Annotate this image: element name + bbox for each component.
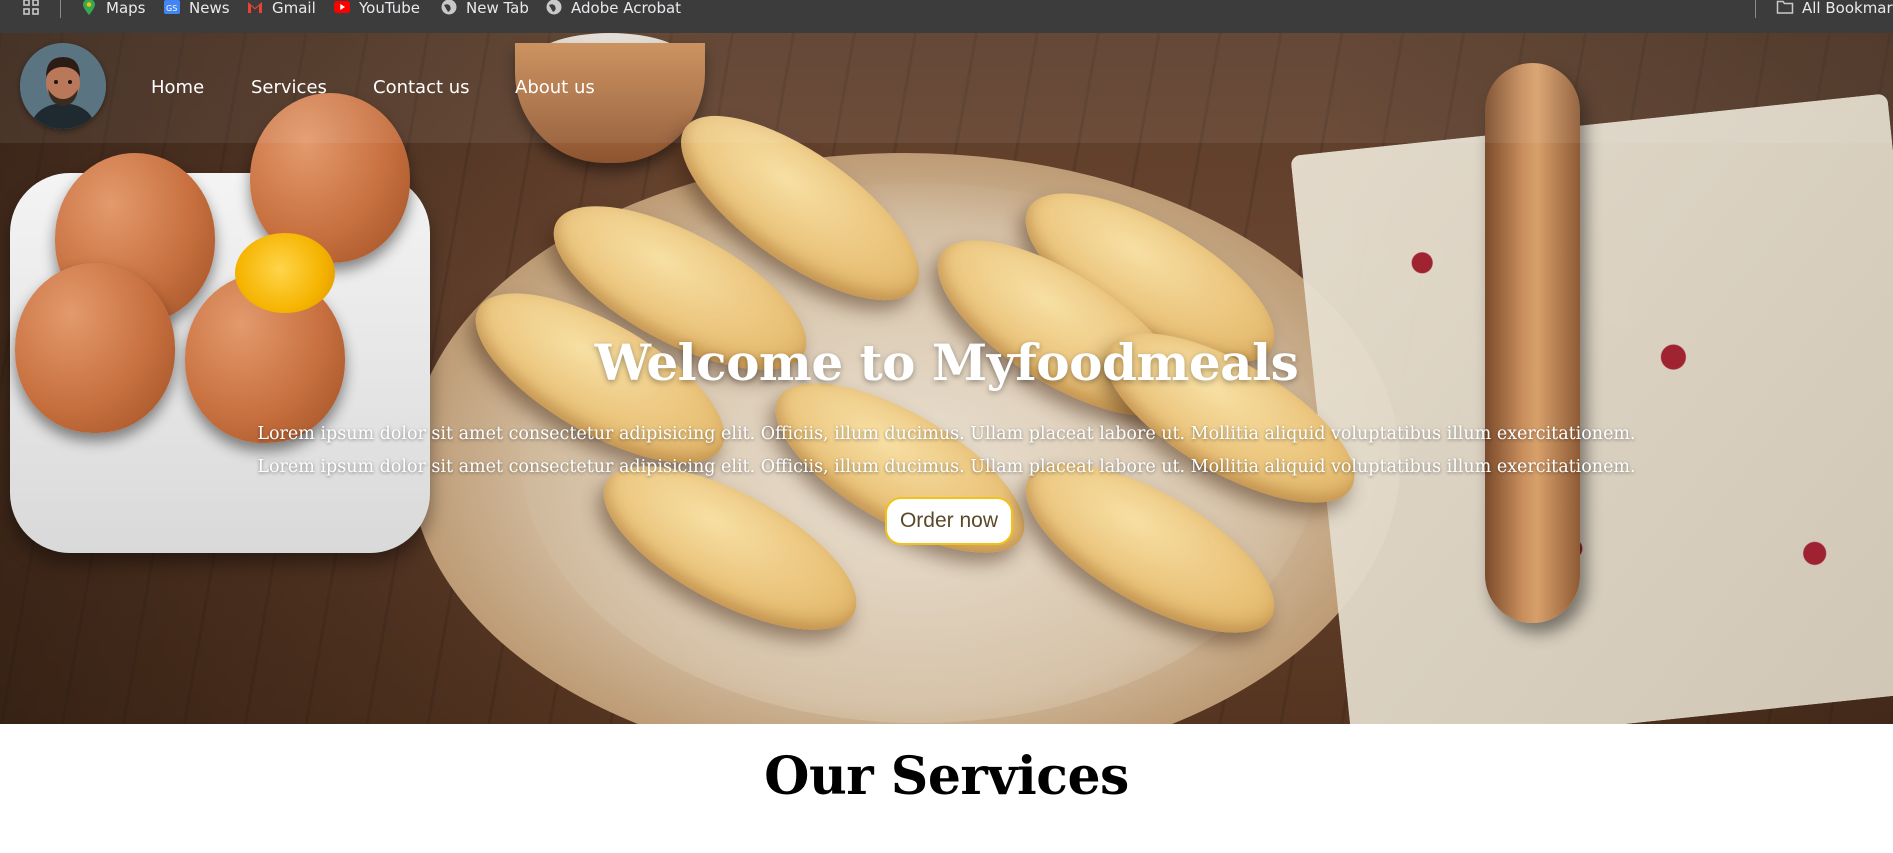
hero-description-line: Lorem ipsum dolor sit amet consectetur a… — [257, 457, 1636, 477]
hero-description: Lorem ipsum dolor sit amet consectetur a… — [0, 418, 1893, 484]
bookmark-maps[interactable]: Maps — [80, 0, 145, 16]
bookmark-youtube[interactable]: YouTube — [333, 0, 420, 16]
svg-text:GS: GS — [166, 4, 177, 13]
bookmark-label: YouTube — [359, 0, 420, 17]
bookmark-label: New Tab — [466, 0, 529, 17]
news-icon: GS — [164, 0, 180, 14]
nav-link-about-us[interactable]: About us — [515, 77, 595, 98]
hero-title: Welcome to Myfoodmeals — [594, 333, 1299, 392]
bookmark-adobe-acrobat[interactable]: Adobe Acrobat — [545, 0, 681, 16]
hero-description-line: Lorem ipsum dolor sit amet consectetur a… — [257, 424, 1636, 444]
all-bookmarks-button[interactable]: All Bookmarks — [1776, 0, 1893, 16]
nav-link-home[interactable]: Home — [151, 77, 204, 98]
apps-grid-icon[interactable] — [22, 0, 40, 16]
youtube-icon — [334, 1, 350, 13]
user-avatar-icon — [20, 43, 106, 129]
bookmarks-separator — [1755, 0, 1756, 18]
bookmark-gmail[interactable]: Gmail — [246, 0, 316, 16]
globe-icon — [546, 0, 562, 15]
hero-section: Home Services Contact us About us Welcom… — [0, 33, 1893, 724]
bookmark-news[interactable]: GS News — [163, 0, 230, 16]
avatar[interactable] — [20, 43, 106, 129]
bookmarks-separator — [60, 0, 61, 18]
bookmark-label: Adobe Acrobat — [571, 0, 682, 17]
nav-link-contact-us[interactable]: Contact us — [373, 77, 470, 98]
folder-icon — [1776, 0, 1794, 14]
bookmark-label: Gmail — [272, 0, 316, 17]
globe-icon — [441, 0, 457, 15]
order-now-button[interactable]: Order now — [885, 497, 1013, 545]
bookmark-new-tab[interactable]: New Tab — [440, 0, 529, 16]
navbar: Home Services Contact us About us — [0, 33, 1893, 143]
cloth-image — [1290, 93, 1893, 724]
egg-yolk-image — [235, 233, 335, 313]
gmail-icon — [248, 2, 262, 13]
bookmark-label: News — [189, 0, 230, 17]
bookmarks-bar: Maps GS News Gmail YouTube New Tab Adobe… — [0, 0, 1893, 33]
all-bookmarks-label: All Bookmarks — [1802, 0, 1893, 17]
nav-link-services[interactable]: Services — [251, 77, 327, 98]
maps-icon — [83, 0, 95, 15]
services-heading: Our Services — [764, 746, 1129, 807]
bookmark-label: Maps — [106, 0, 146, 17]
